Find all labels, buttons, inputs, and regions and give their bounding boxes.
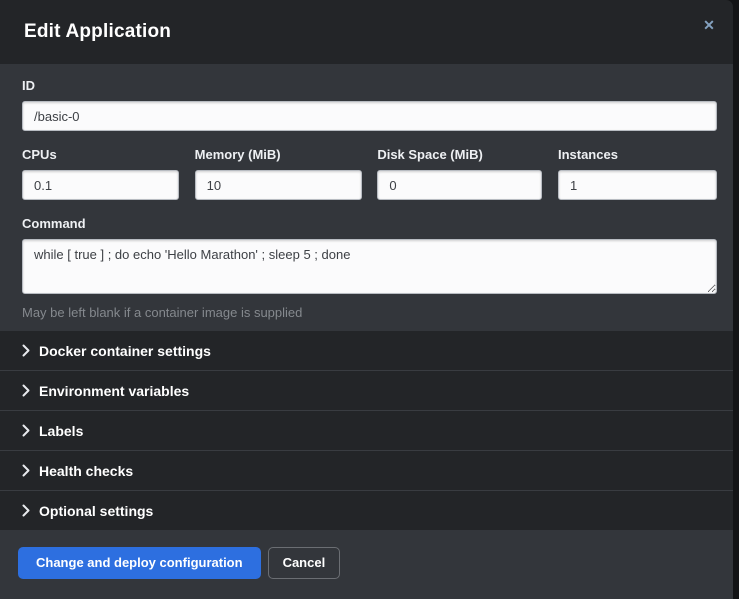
disk-field-group: Disk Space (MiB)	[377, 147, 542, 200]
command-field-group: Command while [ true ] ; do echo 'Hello …	[22, 216, 717, 320]
modal-header: Edit Application ✕	[0, 0, 733, 64]
section-label: Environment variables	[39, 383, 189, 399]
section-labels[interactable]: Labels	[0, 410, 733, 450]
id-input[interactable]	[22, 101, 717, 131]
section-label: Labels	[39, 423, 83, 439]
section-health-checks[interactable]: Health checks	[0, 450, 733, 490]
instances-input[interactable]	[558, 170, 717, 200]
section-optional-settings[interactable]: Optional settings	[0, 490, 733, 530]
close-icon[interactable]: ✕	[698, 14, 720, 36]
chevron-right-icon	[22, 464, 30, 477]
cpus-input[interactable]	[22, 170, 179, 200]
chevron-right-icon	[22, 504, 30, 517]
resources-row: CPUs Memory (MiB) Disk Space (MiB) Insta…	[22, 147, 717, 200]
modal-footer: Change and deploy configuration Cancel	[0, 530, 733, 599]
cpus-field-group: CPUs	[22, 147, 179, 200]
id-label: ID	[22, 78, 717, 94]
modal-title: Edit Application	[24, 21, 171, 43]
section-label: Docker container settings	[39, 343, 211, 359]
memory-label: Memory (MiB)	[195, 147, 362, 163]
command-help-text: May be left blank if a container image i…	[22, 305, 717, 320]
disk-label: Disk Space (MiB)	[377, 147, 542, 163]
section-environment-variables[interactable]: Environment variables	[0, 370, 733, 410]
chevron-right-icon	[22, 384, 30, 397]
change-and-deploy-button[interactable]: Change and deploy configuration	[18, 547, 261, 579]
chevron-right-icon	[22, 424, 30, 437]
section-docker-container-settings[interactable]: Docker container settings	[0, 331, 733, 370]
memory-field-group: Memory (MiB)	[195, 147, 362, 200]
disk-input[interactable]	[377, 170, 542, 200]
application-form: ID CPUs Memory (MiB) Disk Space (MiB) In…	[0, 64, 733, 331]
command-textarea[interactable]: while [ true ] ; do echo 'Hello Marathon…	[22, 239, 717, 294]
section-label: Optional settings	[39, 503, 153, 519]
id-field-group: ID	[22, 78, 717, 131]
instances-field-group: Instances	[558, 147, 717, 200]
chevron-right-icon	[22, 344, 30, 357]
cancel-button[interactable]: Cancel	[268, 547, 341, 579]
cpus-label: CPUs	[22, 147, 179, 163]
command-label: Command	[22, 216, 717, 232]
collapsible-sections: Docker container settings Environment va…	[0, 331, 733, 530]
edit-application-modal: Edit Application ✕ ID CPUs Memory (MiB) …	[0, 0, 733, 599]
memory-input[interactable]	[195, 170, 362, 200]
instances-label: Instances	[558, 147, 717, 163]
section-label: Health checks	[39, 463, 133, 479]
